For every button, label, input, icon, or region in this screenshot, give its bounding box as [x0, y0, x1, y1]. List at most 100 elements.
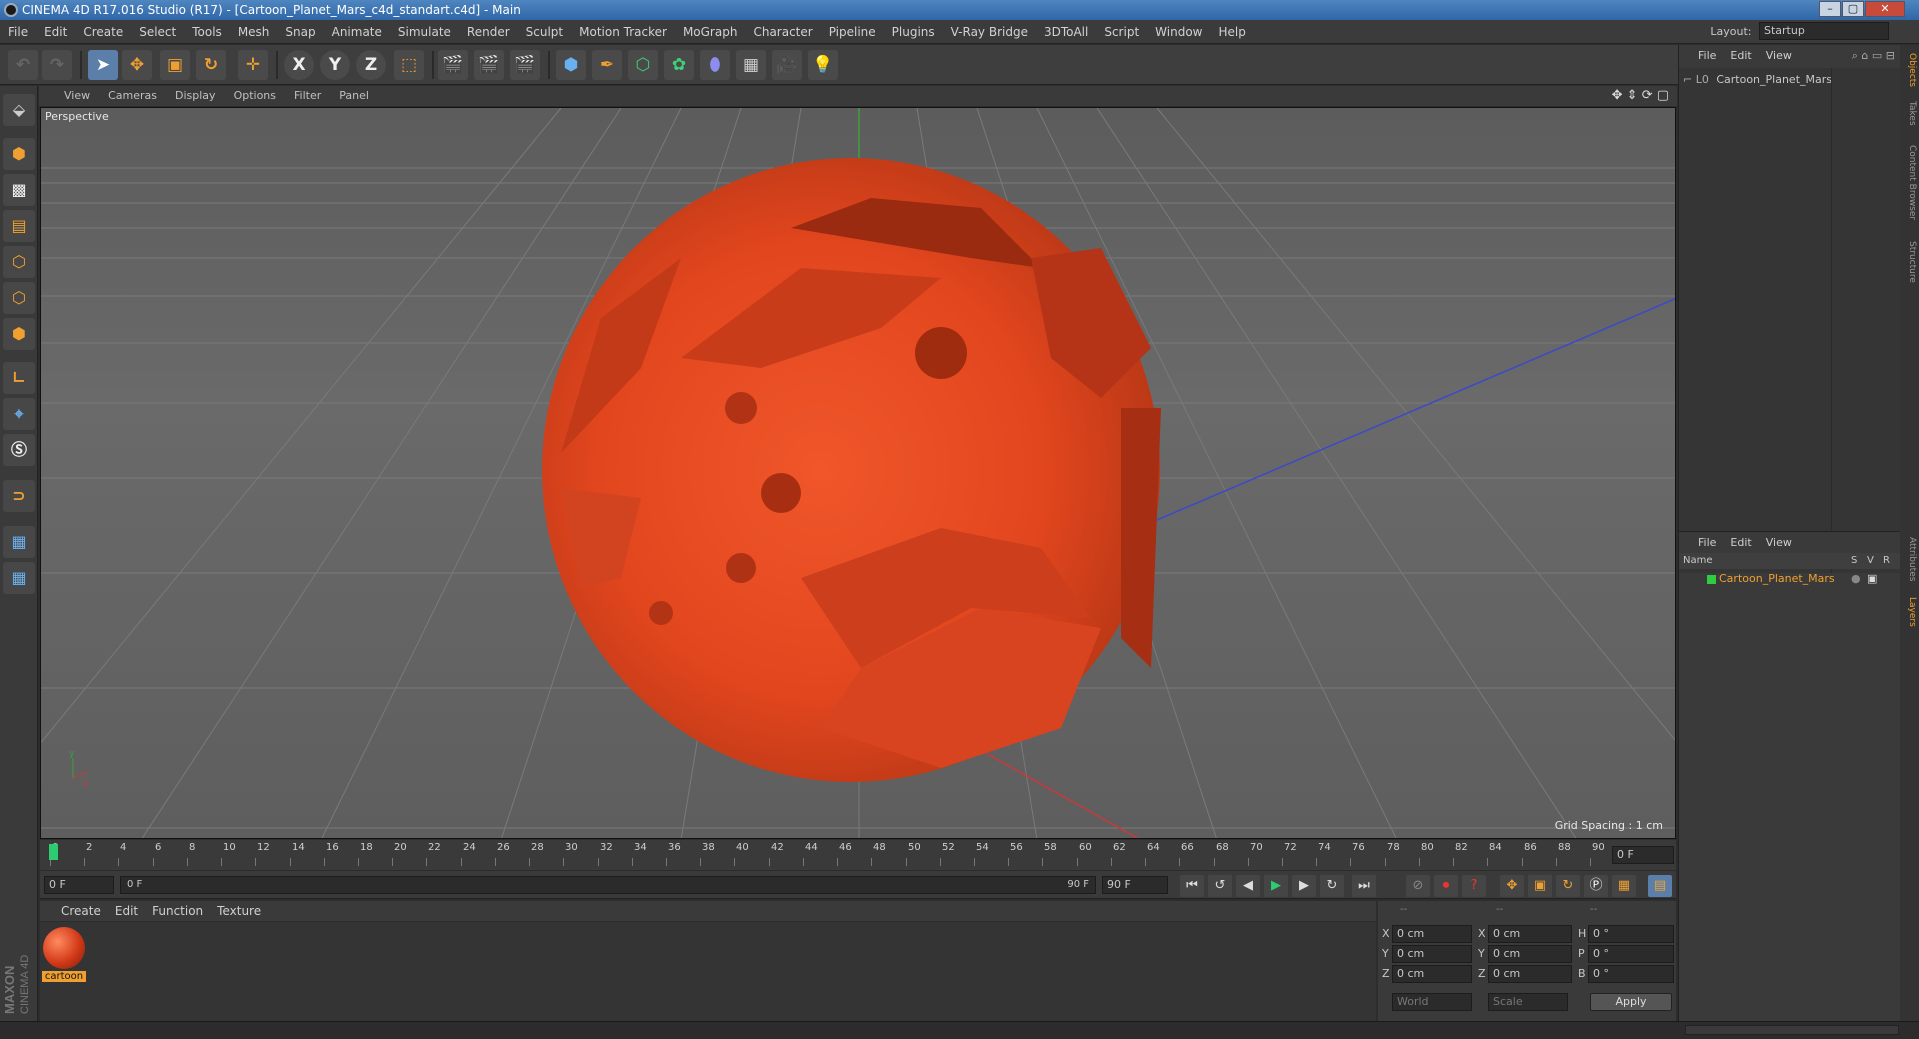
object-menu-edit[interactable]: Edit [1723, 45, 1758, 67]
menu-select[interactable]: Select [131, 20, 184, 44]
next-key-button[interactable]: ↻ [1320, 875, 1344, 897]
end-frame-field[interactable]: 90 F [1102, 876, 1168, 894]
size-mode-dropdown[interactable]: Scale [1488, 993, 1568, 1011]
current-frame-field[interactable]: 0 F [1612, 846, 1674, 864]
timeline-playhead[interactable] [49, 844, 58, 860]
undo-button[interactable]: ↶ [8, 50, 38, 80]
live-selection-button[interactable]: ➤ [88, 50, 118, 80]
3d-viewport[interactable]: y z Perspective Grid Spacing : 1 cm [40, 107, 1676, 839]
polygons-mode-button[interactable]: ⬢ [3, 318, 35, 350]
size-x-field[interactable]: 0 cm [1488, 925, 1572, 943]
dock-tab-content-browser[interactable]: Content Browser [1902, 145, 1917, 220]
position-y-field[interactable]: 0 cm [1392, 945, 1472, 963]
autokey-button[interactable]: ? [1462, 875, 1486, 897]
layout-dropdown[interactable]: Startup [1759, 22, 1889, 40]
viewport-menu-display[interactable]: Display [166, 86, 225, 106]
viewport-menu-options[interactable]: Options [225, 86, 285, 106]
add-spline-button[interactable]: ✒ [592, 50, 622, 80]
rotate-button[interactable]: ↻ [196, 50, 226, 80]
menu-pipeline[interactable]: Pipeline [821, 20, 884, 44]
layer-visible-icon[interactable]: ▣ [1867, 571, 1877, 587]
maximize-button[interactable]: ▢ [1842, 1, 1864, 17]
scale-button[interactable]: ▣ [160, 50, 190, 80]
menu-animate[interactable]: Animate [324, 20, 390, 44]
magnet-button[interactable]: ⊃ [3, 480, 35, 512]
material-menu-edit[interactable]: Edit [108, 901, 145, 921]
position-x-field[interactable]: 0 cm [1392, 925, 1472, 943]
layer-menu-edit[interactable]: Edit [1723, 532, 1758, 554]
menu-window[interactable]: Window [1147, 20, 1210, 44]
go-to-end-button[interactable]: ⏭ [1352, 875, 1376, 897]
lock-workplane-button[interactable]: ▦ [3, 526, 35, 558]
rotation-b-field[interactable]: 0 ° [1588, 965, 1674, 983]
add-deformer-button[interactable]: ⬮ [700, 50, 730, 80]
x-axis-button[interactable]: X [284, 50, 314, 80]
material-menu-texture[interactable]: Texture [210, 901, 268, 921]
layer-row[interactable]: Cartoon_Planet_Mars ● ▣ [1679, 571, 1901, 587]
render-view-button[interactable]: 🎬 [438, 50, 468, 80]
key-position-button[interactable]: ✥ [1500, 875, 1524, 897]
tweak-mode-button[interactable]: ⌖ [3, 398, 35, 430]
menu-vray-bridge[interactable]: V-Ray Bridge [943, 20, 1036, 44]
menu-motion-tracker[interactable]: Motion Tracker [571, 20, 675, 44]
dock-tab-takes[interactable]: Takes [1902, 101, 1917, 126]
z-axis-button[interactable]: Z [356, 50, 386, 80]
axis-mode-button[interactable]: ∟ [3, 362, 35, 394]
menu-plugins[interactable]: Plugins [884, 20, 943, 44]
texture-mode-button[interactable]: ▩ [3, 174, 35, 206]
y-axis-button[interactable]: Y [320, 50, 350, 80]
menu-tools[interactable]: Tools [184, 20, 230, 44]
size-y-field[interactable]: 0 cm [1488, 945, 1572, 963]
status-scrollbar[interactable] [1685, 1025, 1899, 1035]
viewport-menu-panel[interactable]: Panel [330, 86, 378, 106]
menu-simulate[interactable]: Simulate [390, 20, 459, 44]
add-floor-button[interactable]: ▦ [736, 50, 766, 80]
menu-render[interactable]: Render [459, 20, 518, 44]
object-row[interactable]: ⌐ L0 Cartoon_Planet_Mars [1683, 72, 1832, 88]
viewport-menu-view[interactable]: View [55, 86, 99, 106]
viewport-menu-cameras[interactable]: Cameras [99, 86, 166, 106]
dock-tab-structure[interactable]: Structure [1902, 241, 1917, 283]
rotation-h-field[interactable]: 0 ° [1588, 925, 1674, 943]
workplane-mode-button[interactable]: ▤ [3, 210, 35, 242]
frame-range-slider[interactable]: 0 F 90 F [120, 876, 1096, 894]
start-frame-field[interactable]: 0 F [44, 876, 114, 894]
menu-edit[interactable]: Edit [36, 20, 75, 44]
viewport-nav-icons[interactable]: ✥ ⇕ ⟳ ▢ [1612, 88, 1669, 103]
object-menu-view[interactable]: View [1759, 45, 1799, 67]
object-menu-file[interactable]: File [1691, 45, 1723, 67]
apply-button[interactable]: Apply [1590, 993, 1672, 1011]
viewport-menu-filter[interactable]: Filter [285, 86, 330, 106]
add-array-button[interactable]: ✿ [664, 50, 694, 80]
menu-file[interactable]: File [0, 20, 36, 44]
motion-path-button[interactable]: ⊘ [1406, 875, 1430, 897]
rotation-p-field[interactable]: 0 ° [1588, 945, 1674, 963]
render-settings-button[interactable]: 🎬 [510, 50, 540, 80]
make-editable-button[interactable]: ⬙ [3, 94, 35, 126]
render-picture-viewer-button[interactable]: 🎬 [474, 50, 504, 80]
menu-snap[interactable]: Snap [277, 20, 323, 44]
menu-script[interactable]: Script [1096, 20, 1147, 44]
go-to-start-button[interactable]: ⏮ [1180, 875, 1204, 897]
menu-3dtoall[interactable]: 3DToAll [1036, 20, 1096, 44]
previous-key-button[interactable]: ↺ [1208, 875, 1232, 897]
menu-mesh[interactable]: Mesh [230, 20, 278, 44]
menu-create[interactable]: Create [75, 20, 131, 44]
snap-button[interactable]: Ⓢ [3, 434, 35, 466]
add-nurbs-button[interactable]: ⬡ [628, 50, 658, 80]
object-manager-tool-icons[interactable]: ⌕ ⌂ ▭ ⊟ [1852, 45, 1895, 67]
add-camera-button[interactable]: 🎥 [772, 50, 802, 80]
layer-menu-file[interactable]: File [1691, 532, 1723, 554]
record-button[interactable]: ⏺ [1434, 875, 1458, 897]
material-menu-create[interactable]: Create [54, 901, 108, 921]
model-mode-button[interactable]: ⬢ [3, 138, 35, 170]
play-button[interactable]: ▶ [1264, 875, 1288, 897]
redo-button[interactable]: ↷ [42, 50, 72, 80]
add-light-button[interactable]: 💡 [808, 50, 838, 80]
dock-tab-attributes[interactable]: Attributes [1902, 537, 1917, 581]
menu-character[interactable]: Character [745, 20, 820, 44]
menu-mograph[interactable]: MoGraph [675, 20, 746, 44]
key-scale-button[interactable]: ▣ [1528, 875, 1552, 897]
key-rotation-button[interactable]: ↻ [1556, 875, 1580, 897]
previous-frame-button[interactable]: ◀ [1236, 875, 1260, 897]
